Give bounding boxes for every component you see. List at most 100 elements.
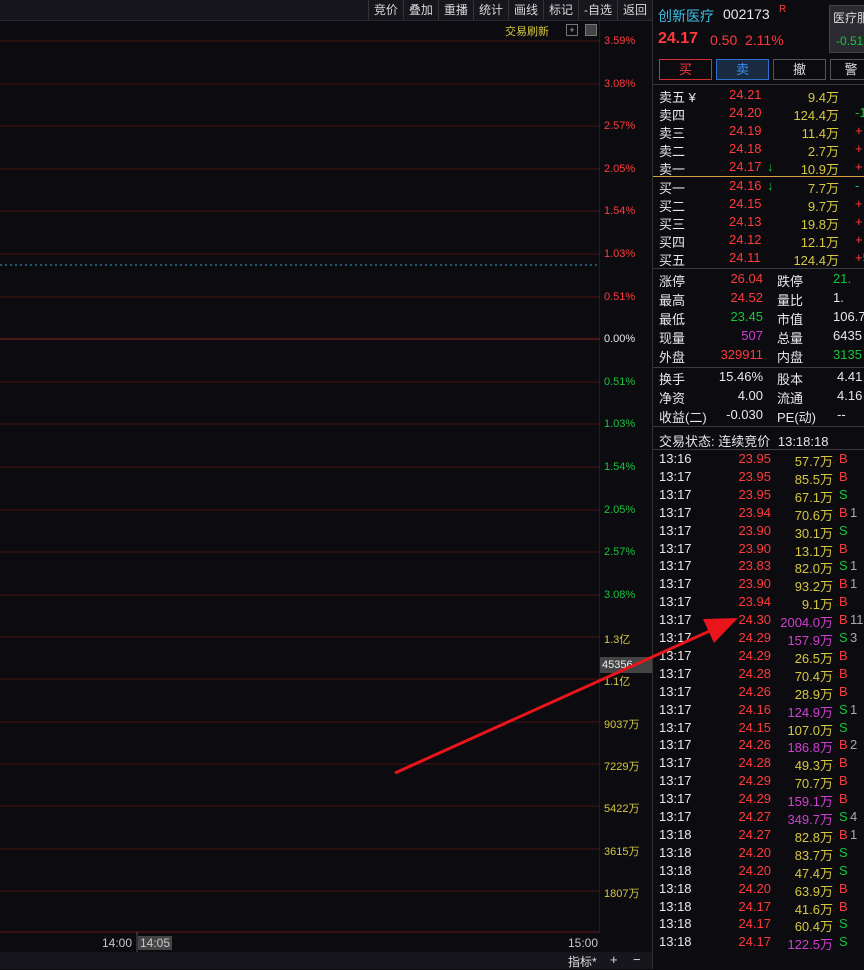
price-tick-label: 1.03% [604,418,636,430]
cancel-order-button[interactable]: 撤 [773,59,826,80]
level-change: -1 [855,105,864,120]
buy-button[interactable]: 买 [659,59,712,80]
toolbar-item[interactable]: 重播 [437,0,473,20]
volume-tick-label: 5422万 [604,803,640,815]
tick-row: 13:16 23.95 57.7万 B [659,451,864,469]
tick-volume: 124.9万 [787,704,833,720]
tick-time: 13:18 [659,826,692,842]
stat-label: 流通 [777,391,804,406]
tick-time: 13:17 [659,594,692,610]
ask-row[interactable]: 卖一 24.17 ↓ 10.9万 + [659,159,864,177]
sector-box[interactable]: 医疗服 -0.51 [829,5,864,53]
toolbar-item[interactable]: 叠加 [402,0,438,20]
tick-side: S [839,558,848,574]
tick-volume: 186.8万 [787,740,833,756]
level-price: 24.19 [729,123,762,138]
stat-label: 最高 [659,293,686,308]
tick-row: 13:17 24.26 28.9万 B [659,684,864,702]
ask-row[interactable]: 卖五 ¥ 24.21 9.4万 [659,87,864,105]
chart-area[interactable]: 竞价 叠加 重播 统计 画线 标记 -自选 返回 交易刷新 + 3.59% 3.08% 2.57%… [0,0,654,970]
level-volume: 124.4万 [793,253,839,268]
tick-side: B [839,737,848,753]
stat-value: 26.04 [730,271,763,286]
stock-name[interactable]: 创新医疗 [658,6,714,26]
ask-row[interactable]: 卖三 24.19 11.4万 + [659,123,864,141]
tick-row: 13:17 23.95 85.5万 B [659,469,864,487]
tick-price: 24.17 [738,898,771,914]
toolbar-item[interactable]: 统计 [472,0,508,20]
tick-side: S [839,934,848,950]
tick-time: 13:18 [659,916,692,932]
add-indicator-button[interactable]: + [610,952,618,967]
tick-price: 23.94 [738,594,771,610]
bid-row[interactable]: 买四 24.12 12.1万 + [659,232,864,250]
stock-pct: 2.11% [745,32,784,48]
fundamental-row: 净资 4.00 流通 4.16 [659,388,864,406]
stat-value: 6435 [833,328,862,343]
level-price: 24.17 [729,159,762,174]
toolbar-item[interactable]: 画线 [507,0,543,20]
tick-side: B [839,468,848,484]
bid-row[interactable]: 买一 24.16 ↓ 7.7万 - [659,178,864,196]
tick-price: 23.95 [738,486,771,502]
tick-time: 13:17 [659,737,692,753]
ask-row[interactable]: 卖二 24.18 2.7万 + [659,141,864,159]
tick-side: B [839,880,848,896]
level-price: 24.21 [729,87,762,102]
bid-row[interactable]: 买五 24.11 124.4万 +5 [659,250,864,268]
price-tick-label: 1.54% [604,461,636,473]
tick-price: 24.26 [738,737,771,753]
refresh-settings-icon[interactable]: + [566,24,578,36]
tick-volume: 349.7万 [787,812,833,827]
level-price: 24.16 [729,178,762,193]
tick-price: 24.20 [738,844,771,860]
toolbar-item[interactable]: 返回 [616,0,652,20]
tick-price: 24.16 [738,701,771,717]
price-tick-label: 2.57% [604,120,636,132]
tick-time: 13:17 [659,773,692,789]
indicator-tab[interactable]: 指标* [568,953,597,970]
stat-value: 15.46% [718,369,763,384]
tick-price: 24.28 [738,755,771,771]
level-label: 买三 [659,217,686,232]
tick-price: 24.17 [738,916,771,932]
toolbar-item[interactable]: -自选 [577,0,617,20]
tick-volume: 83.7万 [794,847,833,863]
bid-row[interactable]: 买三 24.13 19.8万 + [659,214,864,232]
tick-time: 13:17 [659,576,692,592]
tick-count: 4 [850,809,858,824]
tick-time: 13:18 [659,880,692,896]
stat-value: 3135 [833,347,862,362]
tick-time: 13:17 [659,504,692,520]
stat-row: 涨停 26.04 跌停 21. [659,271,864,289]
tick-time: 13:17 [659,809,692,824]
toolbar-item[interactable]: 标记 [542,0,578,20]
level-label: 买四 [659,235,686,250]
sell-button[interactable]: 卖 [716,59,769,80]
tick-row: 13:17 23.90 30.1万 S [659,523,864,541]
tick-row: 13:17 24.16 124.9万 S 1 [659,702,864,720]
remove-indicator-button[interactable]: − [633,952,641,967]
price-tick-label: 3.08% [604,589,636,601]
ask-row[interactable]: 卖四 24.20 124.4万 -1 [659,105,864,123]
tick-side: S [839,862,848,878]
trade-refresh-label[interactable]: 交易刷新 [505,23,549,39]
tick-side: S [839,522,848,538]
tick-price: 24.29 [738,791,771,807]
sector-change: -0.51 [836,34,864,48]
tick-row: 13:17 24.30 2004.0万 B 11 [659,612,864,630]
tick-count: 2 [850,737,858,753]
tick-row: 13:17 23.90 93.2万 B 1 [659,576,864,594]
level-price: 24.11 [729,250,761,265]
refresh-toggle-icon[interactable] [585,24,597,36]
bid-row[interactable]: 买二 24.15 9.7万 + [659,196,864,214]
stat-label: 外盘 [659,350,686,365]
alert-button[interactable]: 警 [830,59,864,80]
price-tick-label: 3.08% [604,78,636,90]
chart-toolbar: 竞价 叠加 重播 统计 画线 标记 -自选 返回 [0,0,652,21]
price-tick-label: 3.59% [604,35,636,47]
toolbar-item[interactable]: 竞价 [367,0,403,20]
tick-row: 13:17 24.26 186.8万 B 2 [659,737,864,755]
tick-row: 13:18 24.20 63.9万 B [659,881,864,899]
tick-row: 13:17 23.94 9.1万 B [659,594,864,612]
